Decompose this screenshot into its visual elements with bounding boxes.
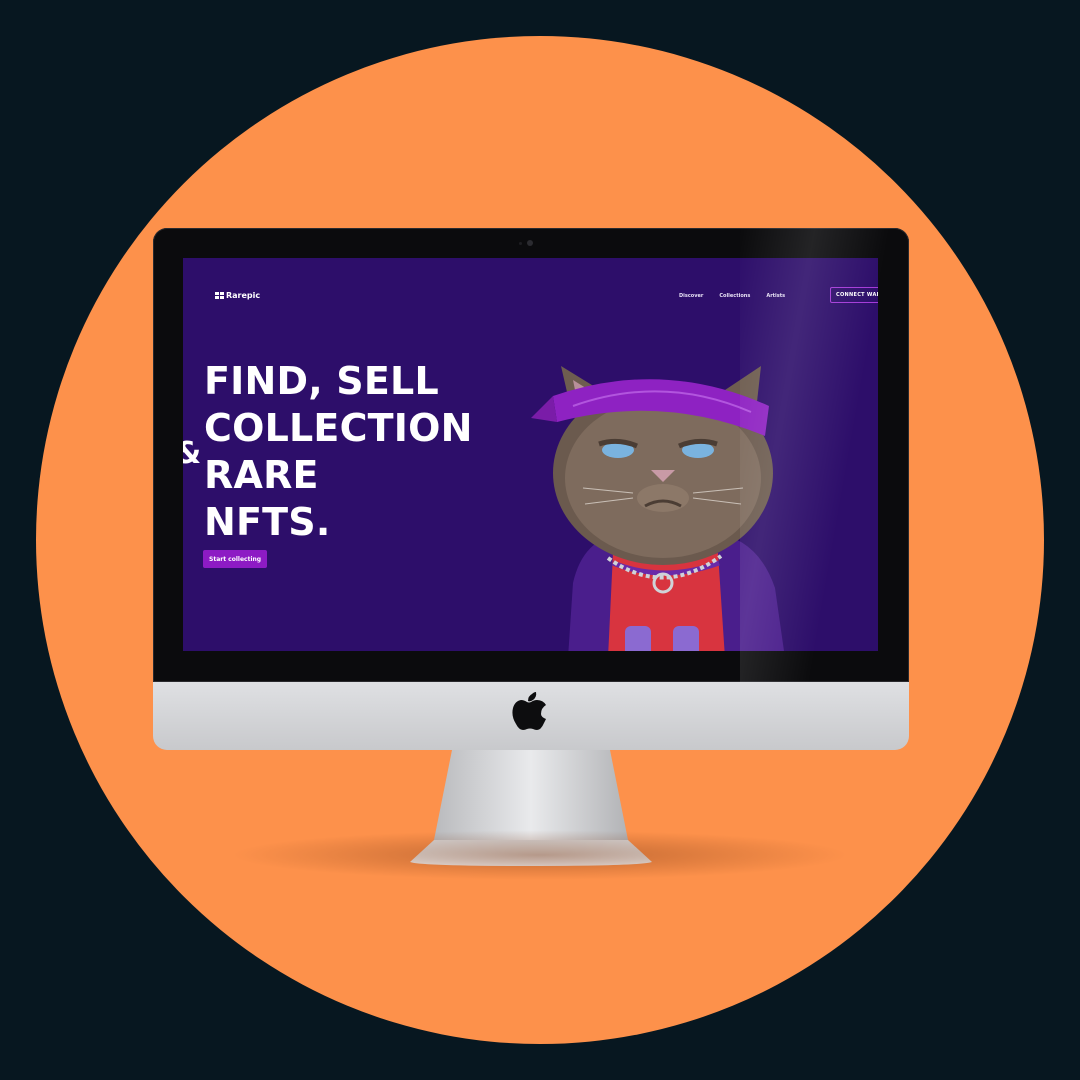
cat-nft-illustration: [531, 366, 784, 651]
site-logo[interactable]: Rarepic: [215, 291, 260, 300]
ampersand: &: [183, 436, 201, 471]
nav-discover[interactable]: Discover: [679, 293, 703, 299]
hero-headline: FIND, SELL COLLECTION RARE NFTS.: [204, 358, 473, 546]
nav-artists[interactable]: Artists: [766, 293, 785, 299]
main-nav: Discover Collections Artists: [679, 293, 785, 299]
camera: [527, 240, 533, 246]
headline-line-1: FIND, SELL: [204, 359, 439, 403]
website-screen: Rarepic Discover Collections Artists CON…: [183, 258, 878, 651]
headline-line-2: COLLECTION: [204, 406, 473, 450]
start-collecting-button[interactable]: Start collecting: [203, 550, 268, 568]
logo-mark-icon: [215, 292, 224, 299]
nav-collections[interactable]: Collections: [719, 293, 750, 299]
headline-line-3: RARE: [204, 453, 319, 497]
logo-text: Rarepic: [226, 291, 261, 300]
sensor-dot: [519, 242, 522, 245]
connect-wallet-button[interactable]: CONNECT WAL: [830, 287, 878, 303]
apple-icon: [512, 692, 546, 730]
headline-line-4: NFTS.: [204, 500, 331, 544]
stand-shadow: [230, 830, 850, 880]
